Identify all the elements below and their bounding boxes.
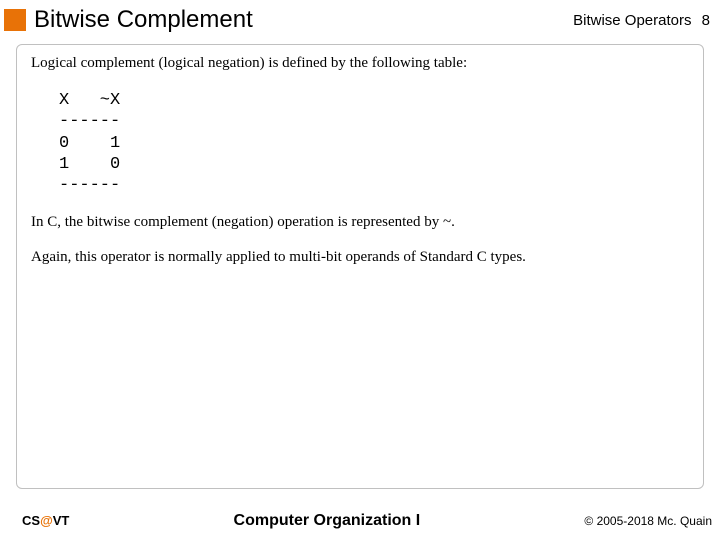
section-label: Bitwise Operators xyxy=(573,12,691,29)
accent-square-icon xyxy=(4,9,26,31)
slide-footer: CS@VT Computer Organization I © 2005-201… xyxy=(0,512,720,530)
footer-at-symbol: @ xyxy=(40,513,53,528)
footer-copyright: © 2005-2018 Mc. Quain xyxy=(584,514,712,528)
content-box: Logical complement (logical negation) is… xyxy=(16,44,704,489)
header-right: Bitwise Operators 8 xyxy=(573,12,710,29)
intro-text: Logical complement (logical negation) is… xyxy=(31,55,689,72)
page-number: 8 xyxy=(702,12,710,29)
truth-table: X ~X ------ 0 1 1 0 ------ xyxy=(59,90,689,196)
slide-title: Bitwise Complement xyxy=(34,6,573,34)
footer-left-prefix: CS xyxy=(22,513,40,528)
paragraph-1: In C, the bitwise complement (negation) … xyxy=(31,214,689,231)
footer-left-suffix: VT xyxy=(53,513,70,528)
footer-center: Computer Organization I xyxy=(69,512,584,530)
paragraph-2: Again, this operator is normally applied… xyxy=(31,249,689,266)
slide: Bitwise Complement Bitwise Operators 8 L… xyxy=(0,0,720,540)
footer-left: CS@VT xyxy=(22,513,69,528)
slide-header: Bitwise Complement Bitwise Operators 8 xyxy=(0,0,720,44)
